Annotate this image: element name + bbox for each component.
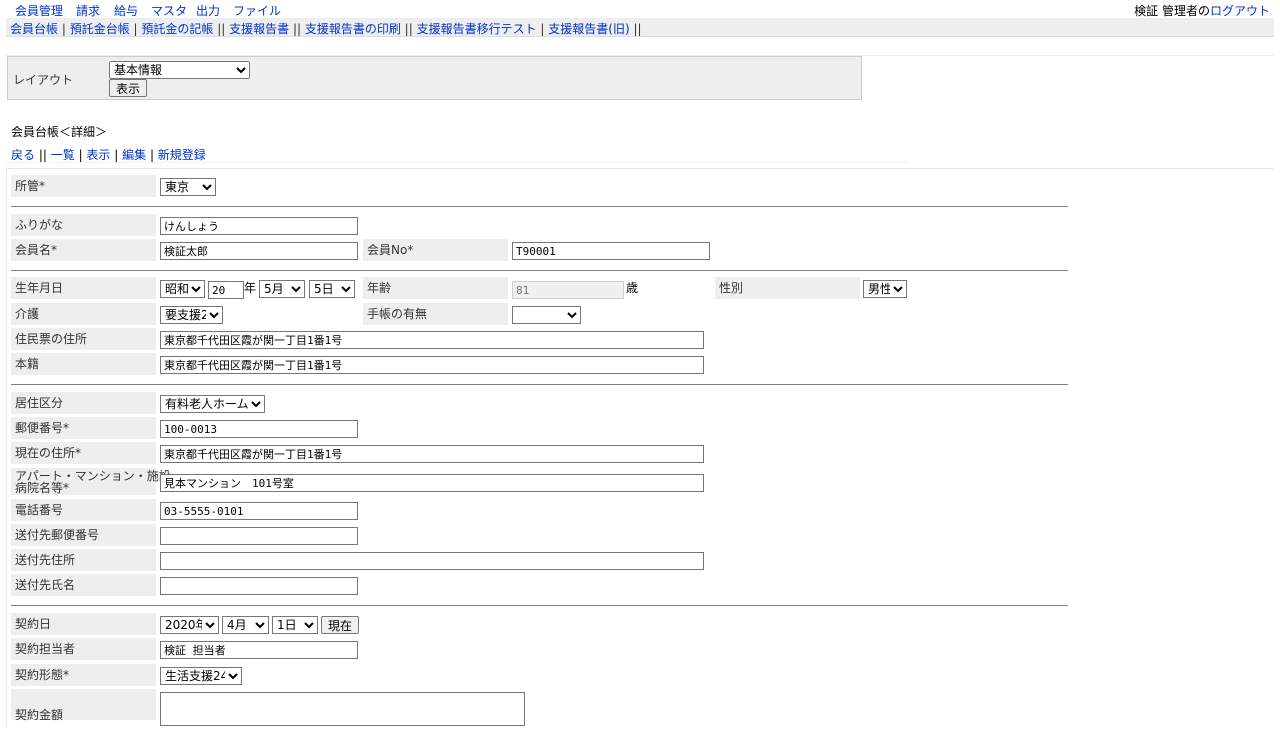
residence-type-label: 居住区分 [11,392,156,414]
contract-month-select[interactable]: 4月 [222,616,269,634]
contract-type-select[interactable]: 生活支援24 [160,667,242,685]
menu-output[interactable]: 出力 [196,2,220,19]
new-register-link[interactable]: 新規登録 [158,148,206,162]
building-label: アパート・マンション・施設・ 病院名等* [11,468,183,495]
birth-year-unit: 年 [244,281,257,295]
current-address-label: 現在の住所* [11,442,156,464]
member-name-label: 会員名* [11,239,156,261]
logout-link[interactable]: ログアウト [1210,4,1270,18]
send-name-label: 送付先氏名 [11,574,156,596]
jurisdiction-label: 所管* [11,175,156,197]
residence-type-select[interactable]: 有料老人ホーム [160,395,265,413]
contract-year-select[interactable]: 2020年 [160,616,219,634]
birth-label: 生年月日 [11,277,156,299]
layout-select[interactable]: 基本情報 [109,61,250,79]
contract-type-label: 契約形態* [11,664,156,686]
contract-staff-label: 契約担当者 [11,638,156,660]
divider [11,206,1068,207]
birth-day-select[interactable]: 5日 [309,280,355,298]
postal-code-input[interactable] [160,420,358,438]
resident-address-label: 住民票の住所 [11,328,156,350]
phone-label: 電話番号 [11,499,156,521]
member-name-input[interactable] [160,242,358,260]
subnav-deposit-entry[interactable]: 預託金の記帳 [141,22,213,36]
blank-row [6,38,1274,56]
jurisdiction-select[interactable]: 東京 [160,178,216,196]
subnav-deposit-ledger[interactable]: 預託金台帳 [70,22,130,36]
menu-member-management[interactable]: 会員管理 [15,2,63,19]
birth-month-select[interactable]: 5月 [259,280,305,298]
divider [11,384,1068,385]
contract-amount-textarea[interactable] [160,692,525,726]
send-address-input[interactable] [160,552,704,570]
domicile-label: 本籍 [11,353,156,375]
age-unit: 歳 [626,281,639,295]
send-name-input[interactable] [160,577,358,595]
contract-date-label: 契約日 [11,613,156,635]
subnav-support-report-print[interactable]: 支援報告書の印刷 [305,22,401,36]
postal-code-label: 郵便番号* [11,417,156,439]
notebook-label: 手帳の有無 [363,303,508,325]
contract-staff-input[interactable] [160,641,358,659]
domicile-input[interactable] [160,356,704,374]
subnav-member-ledger[interactable]: 会員台帳 [10,22,58,36]
gender-label: 性別 [715,277,860,299]
list-link[interactable]: 一覧 [51,148,75,162]
layout-show-button[interactable]: 表示 [109,79,147,97]
care-label: 介護 [11,303,156,325]
action-links: 戻る || 一覧 | 表示 | 編集 | 新規登録 [11,148,206,162]
back-link[interactable]: 戻る [11,148,35,162]
send-postal-label: 送付先郵便番号 [11,524,156,546]
page-title: 会員台帳＜詳細＞ [11,125,108,139]
birth-era-select[interactable]: 昭和 [160,280,205,298]
subnav-support-report-old[interactable]: 支援報告書(旧) [548,22,629,36]
divider [11,270,1068,271]
birth-year-input[interactable] [208,281,244,299]
care-select[interactable]: 要支援2 [160,306,223,324]
menu-salary[interactable]: 給与 [114,2,138,19]
subnav-support-report[interactable]: 支援報告書 [229,22,289,36]
contract-day-select[interactable]: 1日 [272,616,318,634]
resident-address-input[interactable] [160,331,704,349]
age-input [512,281,624,299]
age-label: 年齢 [363,277,508,299]
menu-billing[interactable]: 請求 [76,2,100,19]
furigana-label: ふりがな [11,214,156,236]
view-link[interactable]: 表示 [86,148,110,162]
contract-amount-label: 契約金額 [11,689,156,722]
current-address-input[interactable] [160,445,704,463]
gender-select[interactable]: 男性 [863,280,907,298]
layout-label: レイアウト [13,73,74,87]
building-label-line2: 病院名等* [15,481,70,495]
layout-panel: レイアウト 基本情報 表示 [7,56,862,100]
notebook-select[interactable] [512,306,581,324]
member-no-label: 会員No* [363,239,508,261]
send-postal-input[interactable] [160,527,358,545]
member-no-input[interactable] [512,242,710,260]
divider [11,605,1068,606]
phone-input[interactable] [160,502,358,520]
sub-navigation: 会員台帳 | 預託金台帳 | 預託金の記帳 || 支援報告書 || 支援報告書の… [6,18,1274,37]
furigana-input[interactable] [160,217,358,235]
top-menu-bar: 会員管理 請求 給与 マスタ 出力 ファイル 検証 管理者のログアウト [0,0,1280,18]
subnav-support-report-migration[interactable]: 支援報告書移行テスト [417,22,537,36]
building-input[interactable] [160,474,704,492]
menu-master[interactable]: マスタ [151,2,187,19]
menu-file[interactable]: ファイル [233,2,281,19]
send-address-label: 送付先住所 [11,549,156,571]
user-info: 検証 管理者のログアウト [1134,2,1270,19]
edit-link[interactable]: 編集 [122,148,146,162]
now-button[interactable]: 現在 [321,616,359,634]
user-name: 検証 管理者の [1134,4,1210,18]
